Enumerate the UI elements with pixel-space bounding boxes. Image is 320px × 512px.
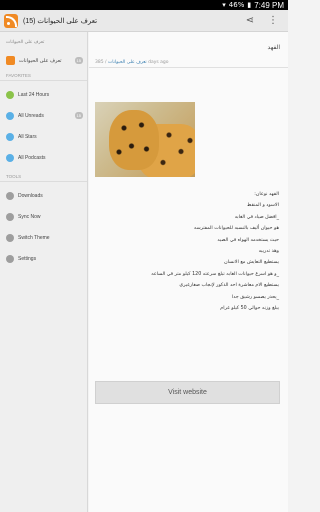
rss-feed-icon — [6, 56, 15, 65]
share-icon[interactable]: ⋖ — [246, 15, 254, 26]
visit-website-button[interactable]: Visit website — [95, 381, 280, 404]
leopard-image — [95, 102, 195, 177]
article-line: يبلغ وزنه حوالي 50 كيلو غرام — [220, 305, 279, 311]
theme-icon — [6, 233, 14, 242]
article-line: _افضل صياد في الغابه — [234, 214, 279, 220]
article-line: _و هو اسرع حيوانات الغابه تبلغ سرعته 120… — [151, 271, 279, 277]
article-line: الاسود و المنقط — [246, 203, 279, 209]
article-line: يستطيع التعايش مع الانسان — [224, 260, 279, 266]
article-view: الفهد 385 / تعرف على الحيوانات days ago … — [89, 32, 288, 512]
action-bar: تعرف على الحيوانات (15) ⋖ ⋮ — [0, 10, 288, 32]
sidebar-item-all-unreads[interactable]: All Unreads 15 — [0, 105, 87, 126]
sidebar-item-switch-theme[interactable]: Switch Theme — [0, 227, 87, 248]
unread-badge: 15 — [74, 112, 83, 119]
leopard-head-shape — [109, 110, 159, 170]
sidebar-item-label: All Podcasts — [18, 154, 46, 161]
favorites-header: FAVORITES — [0, 71, 87, 81]
unread-badge: 15 — [74, 57, 83, 64]
sidebar: تعرف على الحيوانات تعرف على الحيوانات 15… — [0, 32, 88, 512]
unread-icon — [6, 111, 14, 120]
sidebar-item-last-24-hours[interactable]: Last 24 Hours — [0, 84, 87, 105]
sync-icon — [6, 212, 14, 221]
sidebar-item-label: All Unreads — [18, 112, 44, 119]
sidebar-item-sync-now[interactable]: Sync Now — [0, 206, 87, 227]
status-bar: ▾ 46% ▮ 7:49 PM — [0, 0, 288, 10]
article-line: حيث يستخدمه الهواه في الصيد — [217, 237, 279, 243]
sidebar-item-label: Settings — [18, 255, 37, 262]
sidebar-item-downloads[interactable]: Downloads — [0, 185, 87, 206]
sidebar-item-label: All Stars — [18, 133, 37, 140]
download-icon — [6, 191, 14, 200]
article-line: _يحذر يصسو رشيق جدا — [231, 294, 279, 300]
article-source-link[interactable]: تعرف على الحيوانات — [108, 60, 147, 65]
article-line: يستطيع الام معاشرة احد الذكور لإنجاب صغا… — [179, 283, 279, 289]
sidebar-item-settings[interactable]: Settings — [0, 248, 87, 269]
sidebar-item-label: Sync Now — [18, 213, 41, 220]
gear-icon — [6, 254, 14, 263]
article-body: الفهد نوعان: الاسود و المنقط _افضل صياد … — [95, 192, 279, 317]
rss-logo-icon[interactable] — [4, 13, 18, 28]
article-meta: 385 / تعرف على الحيوانات days ago — [89, 56, 288, 68]
battery-icon: ▮ — [247, 1, 252, 9]
article-line: الفهد نوعان: — [254, 192, 279, 197]
account-label: تعرف على الحيوانات — [6, 39, 45, 44]
article-line: وهذ تدريبه — [258, 248, 279, 254]
sidebar-item-label: Switch Theme — [18, 234, 50, 241]
sidebar-item-all-stars[interactable]: All Stars — [0, 126, 87, 147]
clock: 7:49 PM — [254, 0, 284, 10]
sidebar-item-label: Downloads — [18, 192, 43, 199]
tools-header: TOOLS — [0, 172, 87, 182]
clock-icon — [6, 90, 14, 99]
sidebar-item-feed[interactable]: تعرف على الحيوانات 15 — [0, 50, 87, 71]
article-time: days ago — [148, 60, 169, 65]
sidebar-item-label: Last 24 Hours — [18, 91, 50, 98]
podcast-icon — [6, 153, 14, 162]
article-count: 385 / — [95, 60, 107, 65]
article-title: الفهد — [267, 45, 280, 51]
wifi-icon: ▾ — [222, 1, 226, 9]
article-line: هو حيوان أليف بالنسبه للحيوانات المفترسه — [194, 226, 279, 232]
page-title: تعرف على الحيوانات (15) — [23, 17, 98, 25]
battery-level: 46% — [228, 1, 245, 9]
overflow-menu-icon[interactable]: ⋮ — [268, 15, 278, 26]
star-icon — [6, 132, 14, 141]
sidebar-item-all-podcasts[interactable]: All Podcasts — [0, 147, 87, 168]
sidebar-item-label: تعرف على الحيوانات — [19, 57, 62, 64]
